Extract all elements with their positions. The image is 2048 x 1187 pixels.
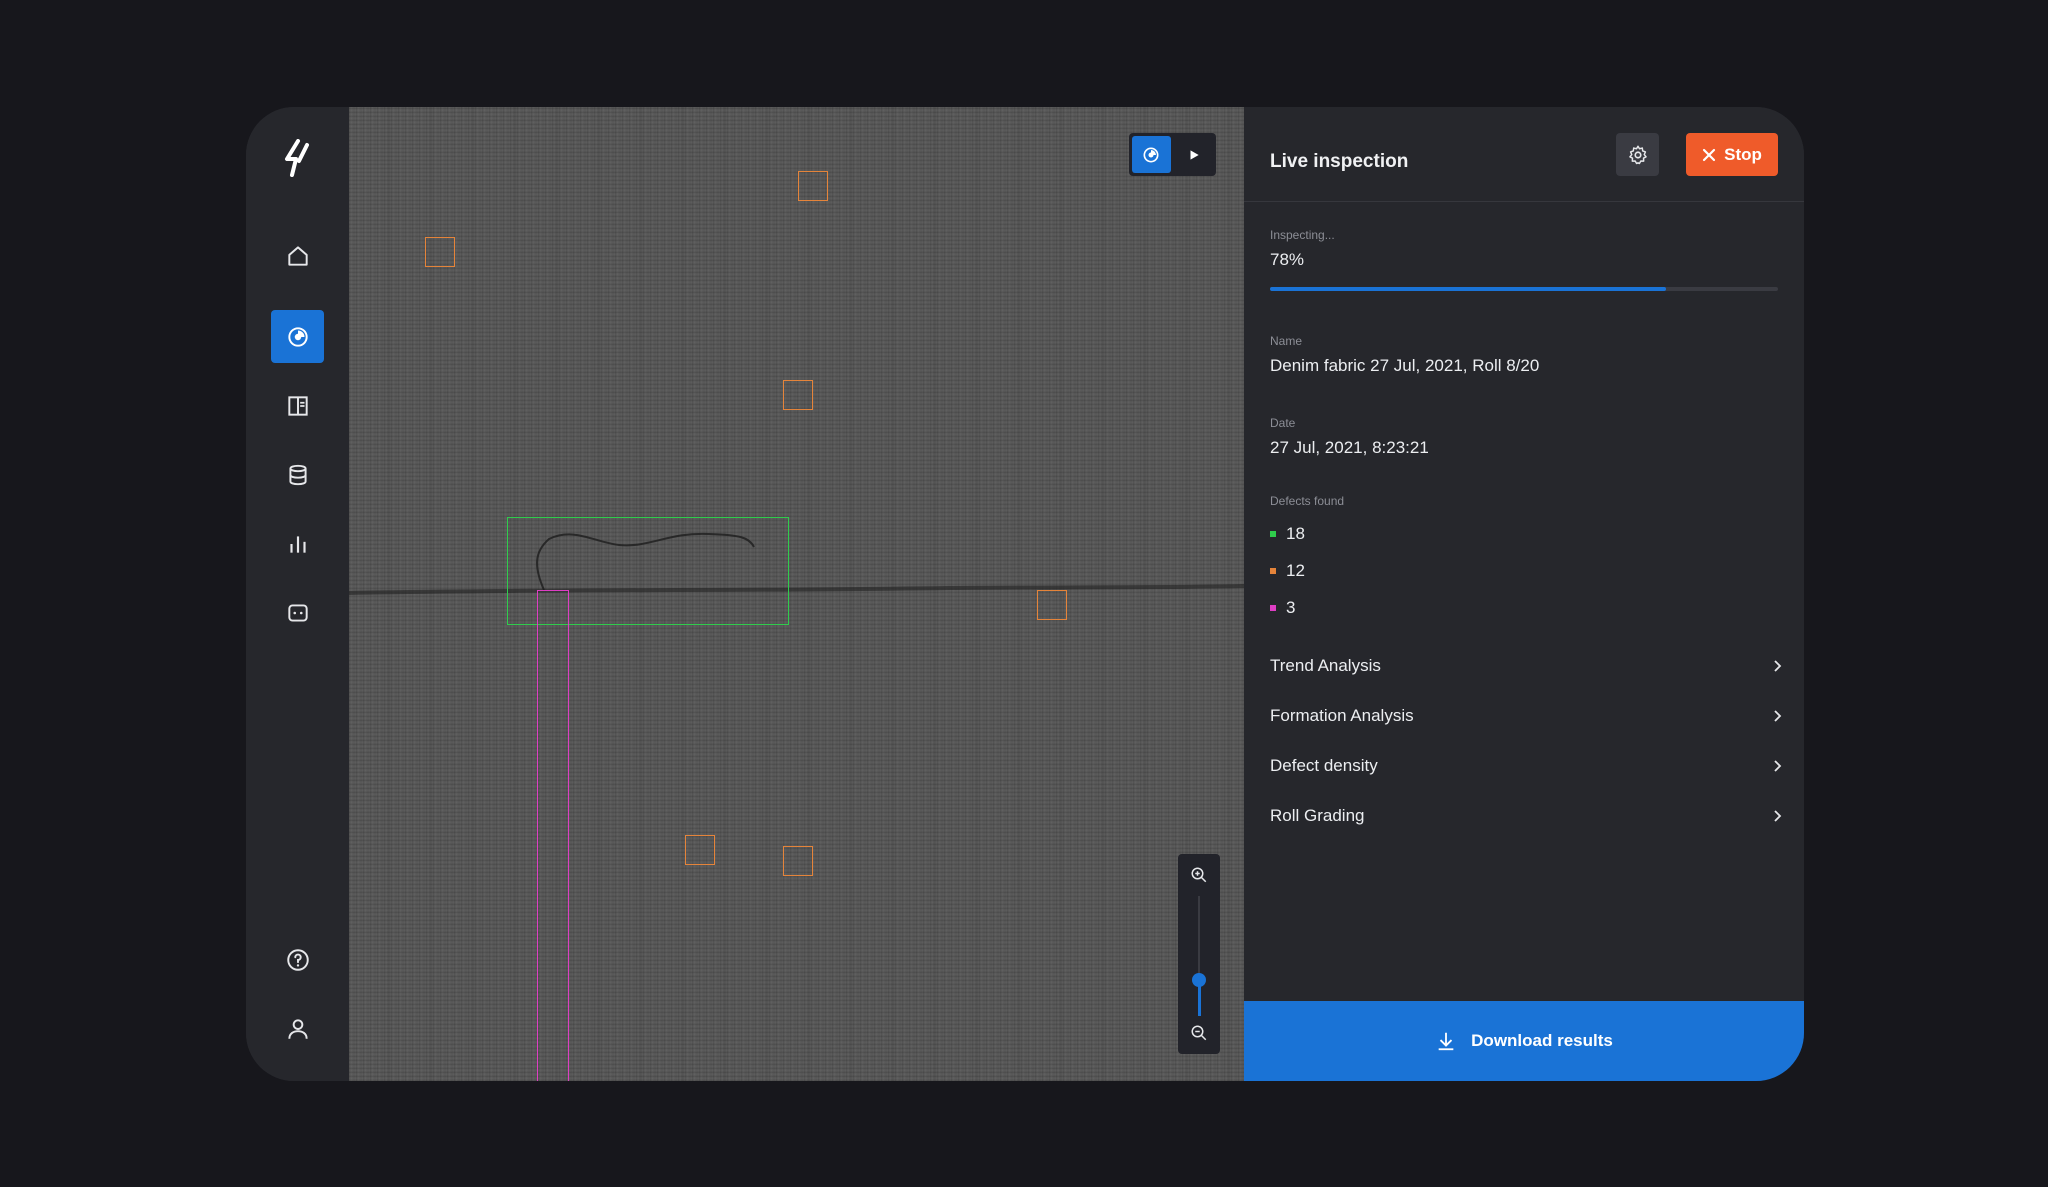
chevron-right-icon [1774, 760, 1782, 772]
nav-database-button[interactable] [271, 448, 324, 501]
date-label: Date [1270, 416, 1296, 430]
chevron-right-icon [1774, 810, 1782, 822]
download-icon [1438, 1032, 1454, 1051]
settings-button[interactable] [1616, 133, 1659, 176]
fabric-seam [349, 584, 1244, 595]
defect-marker-magenta[interactable] [537, 590, 569, 1081]
nav-analytics-button[interactable] [271, 517, 324, 570]
fabric-overlay [349, 532, 1244, 595]
zoom-out-button[interactable] [1186, 1020, 1212, 1046]
nav-chat-button[interactable] [271, 586, 324, 639]
live-mode-button[interactable] [1132, 136, 1171, 173]
chevron-right-icon [1774, 660, 1782, 672]
defect-marker-orange[interactable] [783, 380, 813, 410]
defect-color-swatch [1270, 605, 1276, 611]
defect-count-orange: 12 [1270, 561, 1305, 581]
progress-bar [1270, 287, 1778, 291]
zoom-control [1178, 854, 1220, 1054]
progress-value: 78% [1270, 250, 1305, 269]
fabric-image-viewer[interactable] [349, 107, 1244, 1081]
download-label: Download results [1471, 1031, 1613, 1050]
stop-label: Stop [1724, 144, 1762, 164]
link-roll-grading[interactable]: Roll Grading [1270, 798, 1782, 834]
database-icon [288, 464, 307, 485]
defect-count: 18 [1286, 524, 1305, 543]
link-label: Defect density [1270, 756, 1378, 775]
chevron-right-icon [1774, 710, 1782, 722]
layout-icon [287, 395, 308, 416]
zoom-out-icon [1191, 1025, 1207, 1041]
link-formation-analysis[interactable]: Formation Analysis [1270, 698, 1782, 734]
progress-label: Inspecting... [1270, 228, 1335, 242]
live-icon [1143, 147, 1159, 162]
defect-count: 3 [1286, 598, 1296, 617]
zoom-slider-thumb[interactable] [1192, 973, 1206, 987]
defect-marker-orange[interactable] [798, 171, 828, 201]
progress-field: Inspecting... 78% [1270, 228, 1335, 270]
defect-color-swatch [1270, 568, 1276, 574]
defect-marker-orange[interactable] [783, 846, 813, 876]
download-results-button[interactable]: Download results [1244, 1001, 1804, 1081]
defects-label: Defects found [1270, 494, 1345, 508]
bar-chart-icon [289, 535, 306, 553]
nav-live-inspection-button[interactable] [271, 310, 324, 363]
panel-title: Live inspection [1270, 151, 1409, 172]
close-icon [1703, 148, 1716, 161]
name-field: Name Denim fabric 27 Jul, 2021, Roll 8/2… [1270, 334, 1539, 376]
gear-icon [1628, 145, 1647, 164]
nav-help-button[interactable] [271, 933, 324, 986]
nav-rail [246, 107, 349, 1081]
play-icon [1190, 149, 1199, 160]
nav-user-button[interactable] [271, 1002, 324, 1055]
date-value: 27 Jul, 2021, 8:23:21 [1270, 438, 1429, 457]
defect-color-swatch [1270, 531, 1276, 537]
link-label: Roll Grading [1270, 806, 1365, 825]
defect-count-magenta: 3 [1270, 598, 1295, 618]
name-label: Name [1270, 334, 1303, 348]
live-inspection-icon [287, 326, 308, 347]
progress-fill [1270, 287, 1667, 291]
playback-mode-button[interactable] [1175, 136, 1214, 173]
name-value: Denim fabric 27 Jul, 2021, Roll 8/20 [1270, 356, 1540, 375]
zoom-in-icon [1191, 867, 1207, 883]
link-label: Trend Analysis [1270, 656, 1381, 675]
nav-home-button[interactable] [271, 229, 324, 282]
view-mode-toggle [1129, 133, 1216, 176]
app-window: Live inspection Stop Inspecting... 78% N… [246, 107, 1804, 1081]
nav-layout-button[interactable] [271, 379, 324, 432]
zoom-in-button[interactable] [1186, 862, 1212, 888]
user-icon [287, 1018, 308, 1039]
date-field: Date 27 Jul, 2021, 8:23:21 [1270, 416, 1429, 458]
defect-marker-orange[interactable] [1037, 590, 1067, 620]
defects-field: Defects found [1270, 494, 1344, 508]
home-icon [287, 245, 308, 266]
link-label: Formation Analysis [1270, 706, 1414, 725]
defect-count: 12 [1286, 561, 1305, 580]
defect-count-green: 18 [1270, 524, 1305, 544]
bolt-logo[interactable] [273, 133, 323, 183]
stop-button[interactable]: Stop [1686, 133, 1778, 176]
inspection-panel: Live inspection Stop Inspecting... 78% N… [1244, 107, 1804, 1081]
link-trend-analysis[interactable]: Trend Analysis [1270, 648, 1782, 684]
defect-marker-orange[interactable] [425, 237, 455, 267]
help-icon [286, 948, 309, 971]
chat-icon [287, 603, 308, 622]
defect-marker-orange[interactable] [685, 835, 715, 865]
link-defect-density[interactable]: Defect density [1270, 748, 1782, 784]
panel-header: Live inspection Stop [1244, 107, 1804, 202]
